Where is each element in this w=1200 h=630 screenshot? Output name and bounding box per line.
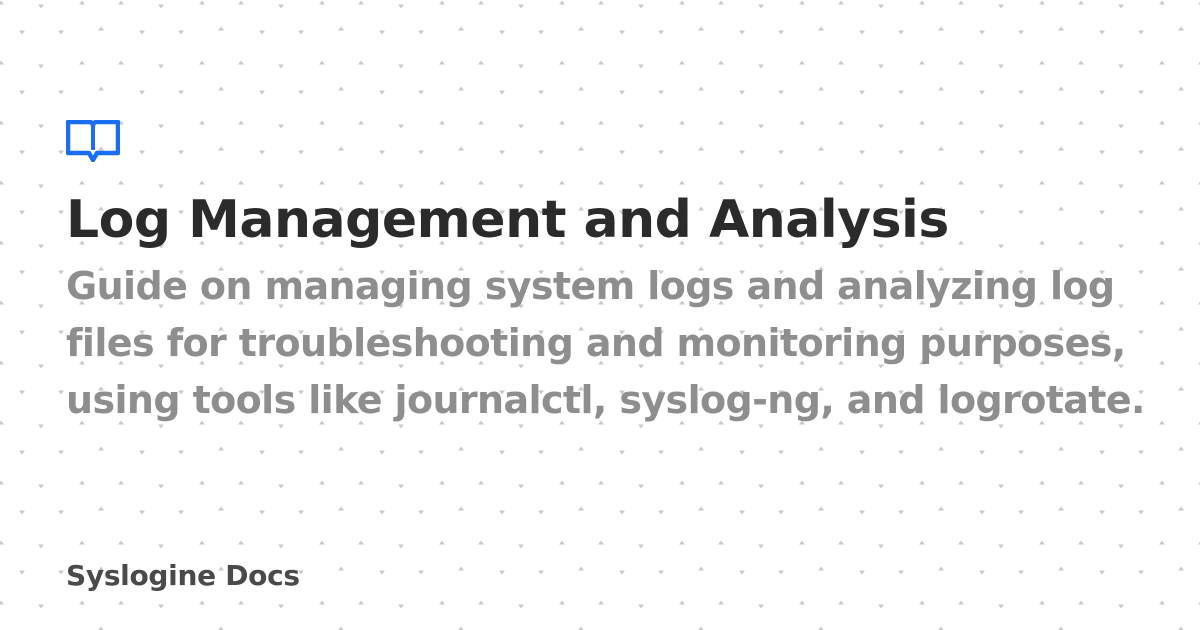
card-content: Log Management and Analysis Guide on man… (66, 120, 1176, 429)
book-icon (66, 120, 120, 162)
page-title: Log Management and Analysis (66, 190, 949, 250)
site-name: Syslogine Docs (66, 559, 300, 592)
page-description: Guide on managing system logs and analyz… (66, 264, 1145, 422)
og-card: Log Management and Analysis Guide on man… (0, 0, 1200, 630)
